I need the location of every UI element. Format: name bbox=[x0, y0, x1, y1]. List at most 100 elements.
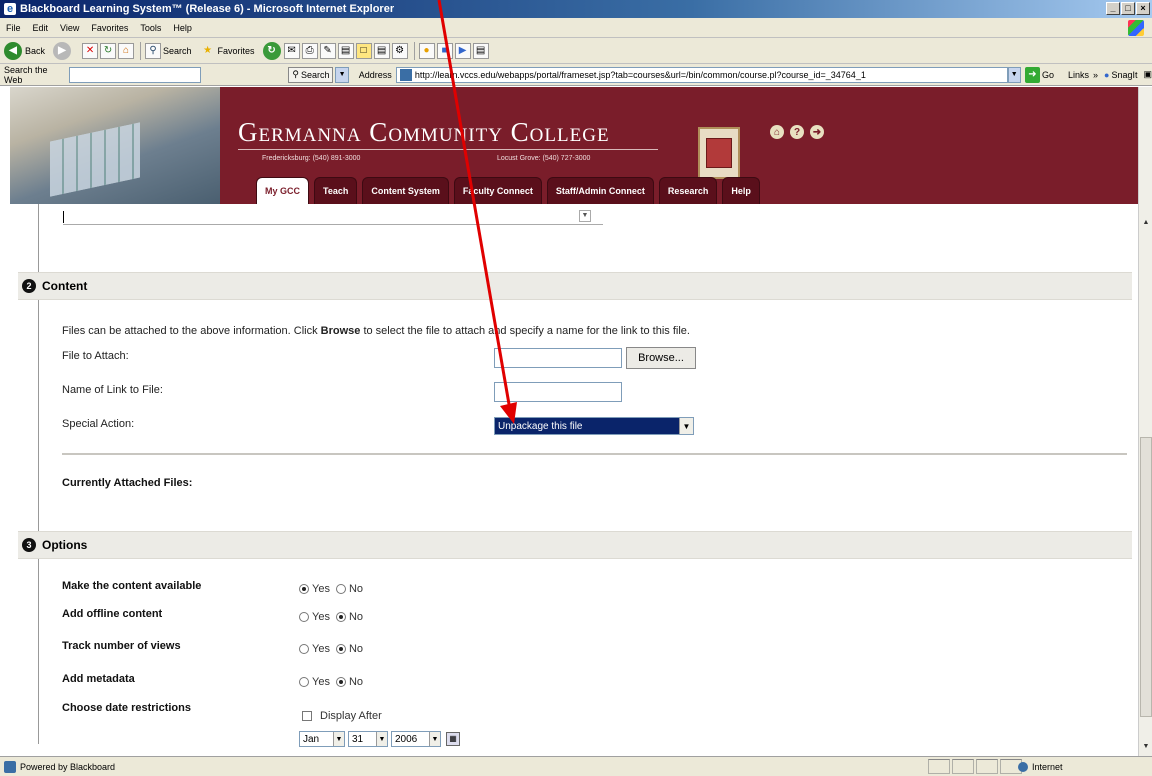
forward-button[interactable]: ▶ bbox=[53, 41, 74, 60]
radio-available-yes[interactable] bbox=[299, 584, 309, 594]
status-panels bbox=[928, 759, 1024, 774]
snagit-icon: ● bbox=[1104, 69, 1110, 80]
snagit-button[interactable]: SnagIt bbox=[1111, 70, 1137, 80]
month-value: Jan bbox=[303, 733, 320, 745]
page-icon bbox=[4, 760, 16, 773]
maximize-button[interactable]: □ bbox=[1121, 2, 1135, 15]
edit-icon[interactable]: ✎ bbox=[319, 42, 336, 59]
chevron-right-icon[interactable]: » bbox=[1093, 70, 1098, 80]
tab-my-gcc[interactable]: My GCC bbox=[256, 177, 310, 204]
option-track-radios: Yes No bbox=[299, 643, 363, 655]
history-icon[interactable]: ↻ bbox=[262, 41, 281, 60]
radio-offline-yes[interactable] bbox=[299, 612, 309, 622]
scroll-thumb[interactable] bbox=[1140, 437, 1152, 717]
go-button[interactable]: Go bbox=[1042, 70, 1054, 80]
menu-tools[interactable]: Tools bbox=[140, 23, 161, 33]
browse-button[interactable]: Browse... bbox=[626, 347, 696, 369]
minimize-button[interactable]: _ bbox=[1106, 2, 1120, 15]
radio-track-no[interactable] bbox=[335, 644, 346, 654]
toolbar-separator bbox=[413, 41, 415, 60]
close-button[interactable]: × bbox=[1136, 2, 1150, 15]
home-icon[interactable]: ⌂ bbox=[118, 42, 135, 59]
tab-content-system[interactable]: Content System bbox=[362, 177, 449, 204]
logout-icon[interactable]: ➜ bbox=[810, 125, 824, 139]
day-select[interactable]: 31 ▼ bbox=[348, 731, 388, 747]
no-label: No bbox=[348, 676, 364, 688]
go-arrow-icon[interactable]: ➜ bbox=[1024, 66, 1040, 83]
scroll-up-icon[interactable]: ▲ bbox=[1140, 217, 1152, 229]
file-to-attach-input[interactable] bbox=[494, 348, 622, 368]
tab-teach[interactable]: Teach bbox=[314, 177, 358, 204]
mail-icon[interactable]: ✉ bbox=[283, 42, 300, 59]
tab-research[interactable]: Research bbox=[658, 177, 718, 204]
calendar-icon[interactable]: ▦ bbox=[446, 732, 460, 746]
search-button[interactable]: ⚲ Search bbox=[145, 42, 192, 59]
scroll-down-icon[interactable]: ▼ bbox=[1140, 741, 1152, 753]
menu-edit[interactable]: Edit bbox=[33, 23, 49, 33]
resize-handle-icon[interactable]: ▼ bbox=[579, 210, 591, 222]
menu-favorites[interactable]: Favorites bbox=[91, 23, 128, 33]
search-web-button[interactable]: ⚲ Search bbox=[288, 66, 334, 83]
links-button[interactable]: Links bbox=[1068, 70, 1089, 80]
status-panel bbox=[928, 759, 950, 774]
option-label-offline: Add offline content bbox=[62, 608, 163, 620]
address-dropdown-icon[interactable]: ▼ bbox=[1007, 66, 1021, 83]
play-icon[interactable]: ▶ bbox=[454, 42, 471, 59]
year-select[interactable]: 2006 ▼ bbox=[391, 731, 441, 747]
display-after-label: Display After bbox=[320, 710, 382, 722]
year-value: 2006 bbox=[395, 733, 418, 745]
radio-metadata-no[interactable] bbox=[335, 677, 346, 687]
address-label: Address bbox=[358, 69, 392, 80]
special-action-label: Special Action: bbox=[62, 418, 135, 430]
text-editor-field[interactable]: ▼ bbox=[63, 209, 603, 225]
favorites-button[interactable]: ★ Favorites bbox=[200, 43, 255, 59]
security-zone: Internet bbox=[1018, 759, 1063, 774]
yes-label: Yes bbox=[312, 643, 330, 655]
banner-divider bbox=[238, 149, 658, 150]
radio-track-yes[interactable] bbox=[299, 644, 309, 654]
menu-help[interactable]: Help bbox=[173, 23, 192, 33]
refresh-icon[interactable]: ↻ bbox=[100, 42, 117, 59]
tab-staff-admin-connect[interactable]: Staff/Admin Connect bbox=[546, 177, 654, 204]
research-icon[interactable]: ▤ bbox=[472, 42, 489, 59]
section-number-2: 2 bbox=[22, 279, 36, 293]
instructions-text: Files can be attached to the above infor… bbox=[62, 325, 321, 337]
discuss-icon[interactable]: ▤ bbox=[337, 42, 354, 59]
section-number-3: 3 bbox=[22, 538, 36, 552]
favorites-label: Favorites bbox=[217, 45, 255, 56]
radio-offline-no[interactable] bbox=[335, 612, 346, 622]
address-input[interactable]: http://learn.vccs.edu/webapps/portal/fra… bbox=[395, 66, 1008, 83]
vertical-scrollbar[interactable]: ▲ ▼ bbox=[1138, 87, 1152, 756]
special-action-select[interactable]: Unpackage this file ▼ bbox=[494, 417, 694, 435]
menu-view[interactable]: View bbox=[60, 23, 79, 33]
media-icon[interactable]: ■ bbox=[436, 42, 453, 59]
tools-icon[interactable]: ⚙ bbox=[391, 42, 408, 59]
help-icon[interactable]: ? bbox=[790, 125, 804, 139]
no-label: No bbox=[348, 611, 364, 623]
display-after-checkbox[interactable] bbox=[302, 711, 312, 721]
folder-icon[interactable]: □ bbox=[355, 42, 372, 59]
radio-available-no[interactable] bbox=[335, 584, 346, 594]
zone-label: Internet bbox=[1032, 761, 1063, 772]
toolbar: ◀ Back ▶ ✕ ↻ ⌂ ⚲ Search ★ Favorites ↻ ✉ … bbox=[0, 38, 1152, 64]
messenger-icon[interactable]: ● bbox=[418, 42, 435, 59]
status-text: Powered by Blackboard bbox=[20, 761, 116, 772]
print-icon[interactable]: ⎙ bbox=[301, 42, 318, 59]
menu-bar: File Edit View Favorites Tools Help bbox=[0, 18, 1152, 38]
back-arrow-icon: ◀ bbox=[4, 41, 22, 60]
page-icon[interactable]: ▤ bbox=[373, 42, 390, 59]
radio-metadata-yes[interactable] bbox=[299, 677, 309, 687]
tab-help[interactable]: Help bbox=[722, 177, 760, 204]
capture-icon[interactable]: ▣ bbox=[1143, 69, 1152, 80]
back-button[interactable]: ◀ Back bbox=[4, 41, 45, 60]
link-name-input[interactable] bbox=[494, 382, 622, 402]
month-select[interactable]: Jan ▼ bbox=[299, 731, 345, 747]
tab-faculty-connect[interactable]: Faculty Connect bbox=[453, 177, 542, 204]
home-icon[interactable]: ⌂ bbox=[770, 125, 784, 139]
windows-flag-icon bbox=[1128, 20, 1144, 36]
chevron-down-icon: ▼ bbox=[679, 418, 693, 434]
stop-icon[interactable]: ✕ bbox=[82, 42, 99, 59]
search-dropdown-icon[interactable]: ▼ bbox=[335, 66, 349, 83]
search-web-input[interactable] bbox=[68, 66, 201, 83]
menu-file[interactable]: File bbox=[6, 23, 21, 33]
